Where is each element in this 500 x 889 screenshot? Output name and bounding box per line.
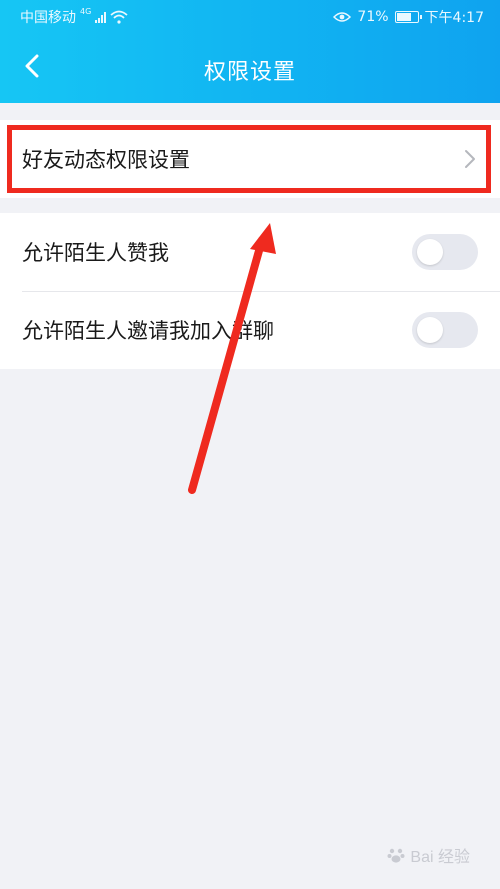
- app-header: 中国移动 4G 71% 下午4:17 权限设置: [0, 0, 500, 103]
- allow-stranger-like-label: 允许陌生人赞我: [22, 241, 169, 265]
- allow-stranger-group-invite-toggle[interactable]: [412, 312, 478, 348]
- wifi-icon: [110, 10, 128, 24]
- carrier-name: 中国移动: [20, 10, 76, 26]
- eye-comfort-icon: [333, 12, 352, 22]
- friend-feed-permission-label: 好友动态权限设置: [22, 148, 190, 172]
- baidu-watermark: Bai 经验: [386, 843, 470, 867]
- allow-stranger-group-invite-item: 允许陌生人邀请我加入群聊: [0, 291, 500, 369]
- status-right: 71% 下午4:17: [333, 7, 484, 27]
- signal-icon: [95, 11, 107, 23]
- network-type: 4G: [80, 6, 92, 16]
- battery-icon: [394, 11, 422, 23]
- stranger-permissions-section: 允许陌生人赞我 允许陌生人邀请我加入群聊: [0, 213, 500, 369]
- allow-stranger-group-invite-label: 允许陌生人邀请我加入群聊: [22, 319, 274, 343]
- friend-feed-section: 好友动态权限设置: [0, 120, 500, 198]
- paw-icon: [387, 848, 405, 863]
- status-left: 中国移动 4G: [20, 7, 128, 27]
- page-title: 权限设置: [203, 60, 296, 85]
- status-bar: 中国移动 4G 71% 下午4:17: [0, 0, 500, 34]
- toggle-knob: [417, 317, 443, 343]
- battery-percent: 71%: [357, 9, 389, 25]
- toggle-knob: [417, 239, 443, 265]
- friend-feed-permission-item[interactable]: 好友动态权限设置: [0, 120, 500, 198]
- allow-stranger-like-item: 允许陌生人赞我: [0, 213, 500, 291]
- watermark-text: Bai 经验: [410, 849, 470, 866]
- allow-stranger-like-toggle[interactable]: [412, 234, 478, 270]
- nav-bar: 权限设置: [0, 34, 500, 103]
- chevron-right-icon: [465, 150, 475, 168]
- clock: 下午4:17: [424, 10, 484, 26]
